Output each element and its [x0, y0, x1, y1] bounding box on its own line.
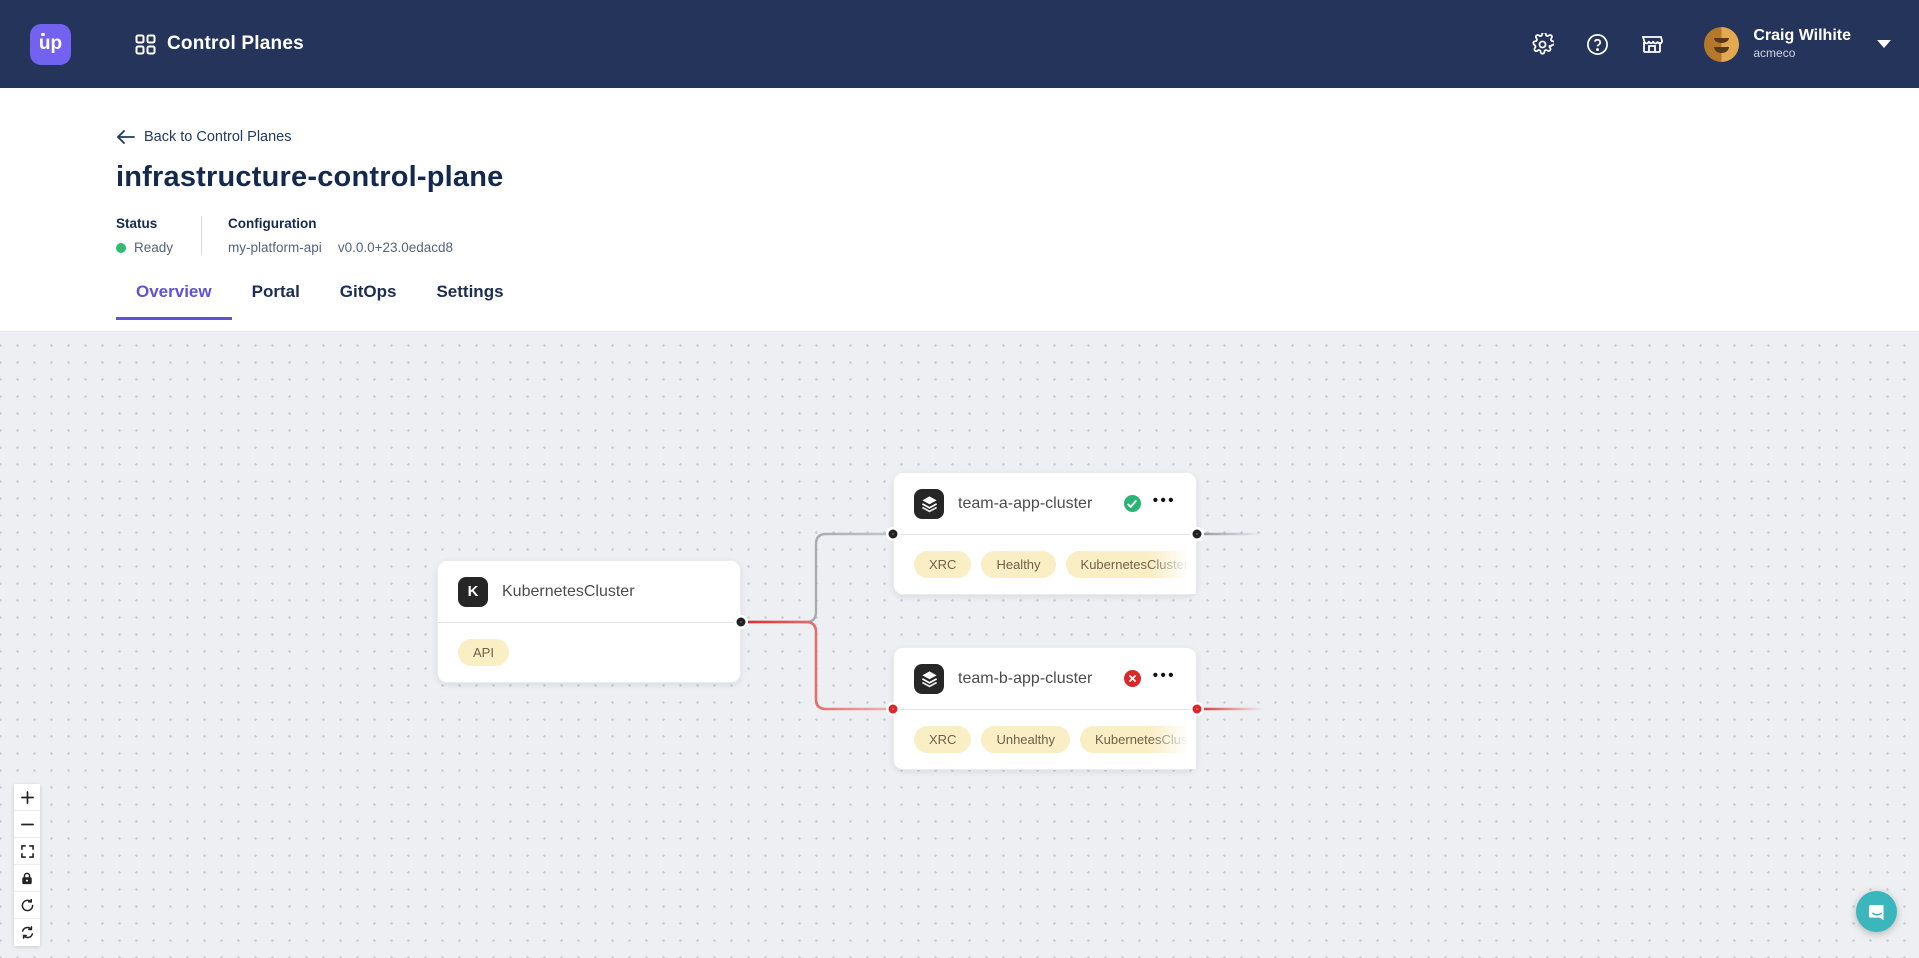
handle-team-a-right[interactable] [1193, 530, 1202, 539]
handle-team-a-left[interactable] [889, 530, 898, 539]
sync-button[interactable] [14, 919, 40, 946]
tab-settings[interactable]: Settings [416, 282, 523, 320]
node-menu-button[interactable]: ••• [1153, 501, 1176, 507]
app-title: Control Planes [167, 33, 304, 55]
back-link[interactable]: Back to Control Planes [116, 88, 292, 145]
page-title: infrastructure-control-plane [116, 161, 1919, 194]
marketplace-icon[interactable] [1640, 32, 1664, 56]
avatar [1704, 27, 1739, 62]
tab-bar: Overview Portal GitOps Settings [116, 282, 1919, 320]
badge-xrc: XRC [914, 726, 971, 753]
chat-smile-icon [1866, 901, 1888, 923]
node-kubernetescluster[interactable]: K KubernetesCluster API [437, 560, 741, 683]
nav-control-planes[interactable]: Control Planes [135, 33, 304, 55]
edge-layer [0, 332, 1919, 958]
back-link-label: Back to Control Planes [144, 129, 292, 145]
tab-gitops[interactable]: GitOps [320, 282, 417, 320]
rotate-button[interactable] [14, 892, 40, 919]
status-label: Status [116, 216, 173, 231]
lock-button[interactable] [14, 865, 40, 892]
arrow-left-icon [116, 130, 135, 144]
unhealthy-x-icon [1124, 670, 1141, 687]
tab-overview[interactable]: Overview [116, 282, 232, 320]
node-team-b-app-cluster[interactable]: team-b-app-cluster ••• XRC Unhealthy Kub… [893, 647, 1197, 770]
meta-row: Status Ready Configuration my-platform-a… [116, 216, 1919, 255]
help-icon[interactable] [1585, 32, 1609, 56]
badge-unhealthy: Unhealthy [981, 726, 1070, 753]
top-navbar: up Control Planes [0, 0, 1919, 88]
node-team-a-app-cluster[interactable]: team-a-app-cluster ••• XRC Healthy Kuber… [893, 472, 1197, 595]
chevron-down-icon [1877, 40, 1891, 48]
configuration-name: my-platform-api [228, 240, 322, 255]
badge-api: API [458, 639, 509, 666]
layers-icon [914, 664, 944, 694]
node-title: team-b-app-cluster [958, 670, 1124, 688]
badge-kubernetescluster: KubernetesCluster [1066, 551, 1196, 578]
handle-kubernetescluster-right[interactable] [737, 618, 746, 627]
kubernetes-k-icon: K [458, 577, 488, 607]
tab-portal[interactable]: Portal [232, 282, 320, 320]
node-menu-button[interactable]: ••• [1153, 676, 1176, 682]
page-header: Back to Control Planes infrastructure-co… [0, 88, 1919, 331]
layers-icon [914, 489, 944, 519]
status-value: Ready [134, 240, 173, 255]
status-block: Status Ready [116, 216, 201, 255]
zoom-out-button[interactable] [14, 811, 40, 838]
configuration-label: Configuration [228, 216, 453, 231]
grid-icon [135, 34, 156, 55]
flow-canvas[interactable]: K KubernetesCluster API team-a-app-clust… [0, 331, 1919, 958]
badge-xrc: XRC [914, 551, 971, 578]
zoom-in-button[interactable] [14, 784, 40, 811]
user-name: Craig Wilhite [1753, 27, 1851, 45]
user-org: acmeco [1753, 47, 1851, 61]
chat-launcher[interactable] [1856, 891, 1897, 932]
status-dot [116, 243, 126, 253]
node-title: team-a-app-cluster [958, 495, 1124, 513]
upbound-logo[interactable]: up [30, 24, 71, 65]
node-title: KubernetesCluster [502, 583, 720, 601]
healthy-check-icon [1124, 495, 1141, 512]
configuration-block: Configuration my-platform-api v0.0.0+23.… [228, 216, 481, 255]
settings-gear-icon[interactable] [1530, 32, 1554, 56]
user-menu[interactable]: Craig Wilhite acmeco [1704, 27, 1891, 62]
badge-healthy: Healthy [981, 551, 1055, 578]
badge-kubernetescluster: KubernetesCluster [1080, 726, 1196, 753]
fit-view-button[interactable] [14, 838, 40, 865]
handle-team-b-left[interactable] [889, 705, 898, 714]
handle-team-b-right[interactable] [1193, 705, 1202, 714]
configuration-version: v0.0.0+23.0edacd8 [338, 240, 453, 255]
flow-controls [14, 784, 40, 946]
meta-divider [201, 216, 202, 255]
